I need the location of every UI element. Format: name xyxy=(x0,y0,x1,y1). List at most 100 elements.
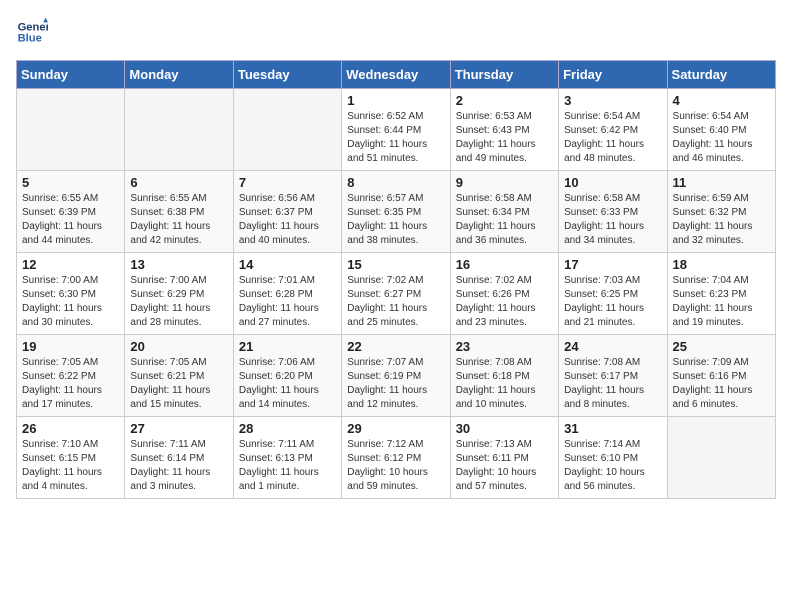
day-info: Sunrise: 6:56 AM Sunset: 6:37 PM Dayligh… xyxy=(239,192,336,248)
calendar-cell: 1 Sunrise: 6:52 AM Sunset: 6:44 PM Dayli… xyxy=(342,89,450,171)
col-header-tuesday: Tuesday xyxy=(233,61,341,89)
day-info: Sunrise: 6:55 AM Sunset: 6:39 PM Dayligh… xyxy=(22,192,119,248)
day-number: 29 xyxy=(347,421,444,436)
day-info: Sunrise: 7:08 AM Sunset: 6:18 PM Dayligh… xyxy=(456,356,553,412)
calendar-cell: 21 Sunrise: 7:06 AM Sunset: 6:20 PM Dayl… xyxy=(233,335,341,417)
col-header-thursday: Thursday xyxy=(450,61,558,89)
day-info: Sunrise: 6:53 AM Sunset: 6:43 PM Dayligh… xyxy=(456,110,553,166)
day-number: 26 xyxy=(22,421,119,436)
day-info: Sunrise: 6:57 AM Sunset: 6:35 PM Dayligh… xyxy=(347,192,444,248)
calendar-cell: 28 Sunrise: 7:11 AM Sunset: 6:13 PM Dayl… xyxy=(233,417,341,499)
calendar-cell xyxy=(233,89,341,171)
day-number: 30 xyxy=(456,421,553,436)
calendar-cell: 19 Sunrise: 7:05 AM Sunset: 6:22 PM Dayl… xyxy=(17,335,125,417)
day-number: 4 xyxy=(673,93,770,108)
day-number: 20 xyxy=(130,339,227,354)
calendar-cell: 29 Sunrise: 7:12 AM Sunset: 6:12 PM Dayl… xyxy=(342,417,450,499)
day-info: Sunrise: 7:02 AM Sunset: 6:26 PM Dayligh… xyxy=(456,274,553,330)
svg-text:General: General xyxy=(18,21,48,33)
calendar-cell: 8 Sunrise: 6:57 AM Sunset: 6:35 PM Dayli… xyxy=(342,171,450,253)
day-info: Sunrise: 7:03 AM Sunset: 6:25 PM Dayligh… xyxy=(564,274,661,330)
col-header-friday: Friday xyxy=(559,61,667,89)
day-number: 27 xyxy=(130,421,227,436)
day-info: Sunrise: 7:11 AM Sunset: 6:14 PM Dayligh… xyxy=(130,438,227,494)
day-info: Sunrise: 7:07 AM Sunset: 6:19 PM Dayligh… xyxy=(347,356,444,412)
calendar-cell: 22 Sunrise: 7:07 AM Sunset: 6:19 PM Dayl… xyxy=(342,335,450,417)
day-info: Sunrise: 6:58 AM Sunset: 6:33 PM Dayligh… xyxy=(564,192,661,248)
calendar-cell: 30 Sunrise: 7:13 AM Sunset: 6:11 PM Dayl… xyxy=(450,417,558,499)
day-info: Sunrise: 6:54 AM Sunset: 6:42 PM Dayligh… xyxy=(564,110,661,166)
day-info: Sunrise: 7:11 AM Sunset: 6:13 PM Dayligh… xyxy=(239,438,336,494)
week-row-3: 12 Sunrise: 7:00 AM Sunset: 6:30 PM Dayl… xyxy=(17,253,776,335)
calendar-cell xyxy=(125,89,233,171)
day-info: Sunrise: 7:13 AM Sunset: 6:11 PM Dayligh… xyxy=(456,438,553,494)
day-number: 23 xyxy=(456,339,553,354)
header-row: SundayMondayTuesdayWednesdayThursdayFrid… xyxy=(17,61,776,89)
week-row-5: 26 Sunrise: 7:10 AM Sunset: 6:15 PM Dayl… xyxy=(17,417,776,499)
calendar-cell: 11 Sunrise: 6:59 AM Sunset: 6:32 PM Dayl… xyxy=(667,171,775,253)
calendar-cell: 24 Sunrise: 7:08 AM Sunset: 6:17 PM Dayl… xyxy=(559,335,667,417)
day-info: Sunrise: 7:06 AM Sunset: 6:20 PM Dayligh… xyxy=(239,356,336,412)
week-row-4: 19 Sunrise: 7:05 AM Sunset: 6:22 PM Dayl… xyxy=(17,335,776,417)
day-number: 24 xyxy=(564,339,661,354)
col-header-saturday: Saturday xyxy=(667,61,775,89)
day-info: Sunrise: 7:02 AM Sunset: 6:27 PM Dayligh… xyxy=(347,274,444,330)
day-info: Sunrise: 7:01 AM Sunset: 6:28 PM Dayligh… xyxy=(239,274,336,330)
day-number: 7 xyxy=(239,175,336,190)
calendar-cell: 7 Sunrise: 6:56 AM Sunset: 6:37 PM Dayli… xyxy=(233,171,341,253)
calendar-cell: 17 Sunrise: 7:03 AM Sunset: 6:25 PM Dayl… xyxy=(559,253,667,335)
day-number: 8 xyxy=(347,175,444,190)
day-number: 18 xyxy=(673,257,770,272)
calendar-cell: 13 Sunrise: 7:00 AM Sunset: 6:29 PM Dayl… xyxy=(125,253,233,335)
day-info: Sunrise: 6:54 AM Sunset: 6:40 PM Dayligh… xyxy=(673,110,770,166)
day-number: 16 xyxy=(456,257,553,272)
svg-text:Blue: Blue xyxy=(18,33,42,45)
day-number: 25 xyxy=(673,339,770,354)
day-number: 19 xyxy=(22,339,119,354)
day-info: Sunrise: 7:08 AM Sunset: 6:17 PM Dayligh… xyxy=(564,356,661,412)
day-number: 9 xyxy=(456,175,553,190)
calendar-cell: 23 Sunrise: 7:08 AM Sunset: 6:18 PM Dayl… xyxy=(450,335,558,417)
col-header-wednesday: Wednesday xyxy=(342,61,450,89)
logo-icon: General Blue xyxy=(16,16,48,48)
day-info: Sunrise: 7:00 AM Sunset: 6:30 PM Dayligh… xyxy=(22,274,119,330)
col-header-monday: Monday xyxy=(125,61,233,89)
day-number: 21 xyxy=(239,339,336,354)
calendar-cell: 6 Sunrise: 6:55 AM Sunset: 6:38 PM Dayli… xyxy=(125,171,233,253)
day-info: Sunrise: 7:14 AM Sunset: 6:10 PM Dayligh… xyxy=(564,438,661,494)
page-header: General Blue xyxy=(16,16,776,48)
week-row-2: 5 Sunrise: 6:55 AM Sunset: 6:39 PM Dayli… xyxy=(17,171,776,253)
day-number: 15 xyxy=(347,257,444,272)
calendar-cell: 16 Sunrise: 7:02 AM Sunset: 6:26 PM Dayl… xyxy=(450,253,558,335)
day-number: 1 xyxy=(347,93,444,108)
day-number: 13 xyxy=(130,257,227,272)
day-info: Sunrise: 7:10 AM Sunset: 6:15 PM Dayligh… xyxy=(22,438,119,494)
calendar-cell: 4 Sunrise: 6:54 AM Sunset: 6:40 PM Dayli… xyxy=(667,89,775,171)
logo: General Blue xyxy=(16,16,48,48)
day-info: Sunrise: 7:05 AM Sunset: 6:21 PM Dayligh… xyxy=(130,356,227,412)
calendar-cell: 12 Sunrise: 7:00 AM Sunset: 6:30 PM Dayl… xyxy=(17,253,125,335)
week-row-1: 1 Sunrise: 6:52 AM Sunset: 6:44 PM Dayli… xyxy=(17,89,776,171)
calendar-cell: 3 Sunrise: 6:54 AM Sunset: 6:42 PM Dayli… xyxy=(559,89,667,171)
day-number: 11 xyxy=(673,175,770,190)
day-number: 17 xyxy=(564,257,661,272)
day-number: 5 xyxy=(22,175,119,190)
calendar-cell: 25 Sunrise: 7:09 AM Sunset: 6:16 PM Dayl… xyxy=(667,335,775,417)
calendar-cell: 27 Sunrise: 7:11 AM Sunset: 6:14 PM Dayl… xyxy=(125,417,233,499)
day-info: Sunrise: 6:59 AM Sunset: 6:32 PM Dayligh… xyxy=(673,192,770,248)
day-number: 22 xyxy=(347,339,444,354)
day-number: 2 xyxy=(456,93,553,108)
calendar-cell: 18 Sunrise: 7:04 AM Sunset: 6:23 PM Dayl… xyxy=(667,253,775,335)
day-info: Sunrise: 7:04 AM Sunset: 6:23 PM Dayligh… xyxy=(673,274,770,330)
day-info: Sunrise: 6:55 AM Sunset: 6:38 PM Dayligh… xyxy=(130,192,227,248)
calendar-cell: 2 Sunrise: 6:53 AM Sunset: 6:43 PM Dayli… xyxy=(450,89,558,171)
day-info: Sunrise: 7:09 AM Sunset: 6:16 PM Dayligh… xyxy=(673,356,770,412)
day-info: Sunrise: 7:05 AM Sunset: 6:22 PM Dayligh… xyxy=(22,356,119,412)
calendar-cell: 10 Sunrise: 6:58 AM Sunset: 6:33 PM Dayl… xyxy=(559,171,667,253)
day-number: 10 xyxy=(564,175,661,190)
calendar-cell: 5 Sunrise: 6:55 AM Sunset: 6:39 PM Dayli… xyxy=(17,171,125,253)
day-number: 31 xyxy=(564,421,661,436)
calendar-cell xyxy=(667,417,775,499)
day-info: Sunrise: 7:00 AM Sunset: 6:29 PM Dayligh… xyxy=(130,274,227,330)
day-info: Sunrise: 6:58 AM Sunset: 6:34 PM Dayligh… xyxy=(456,192,553,248)
